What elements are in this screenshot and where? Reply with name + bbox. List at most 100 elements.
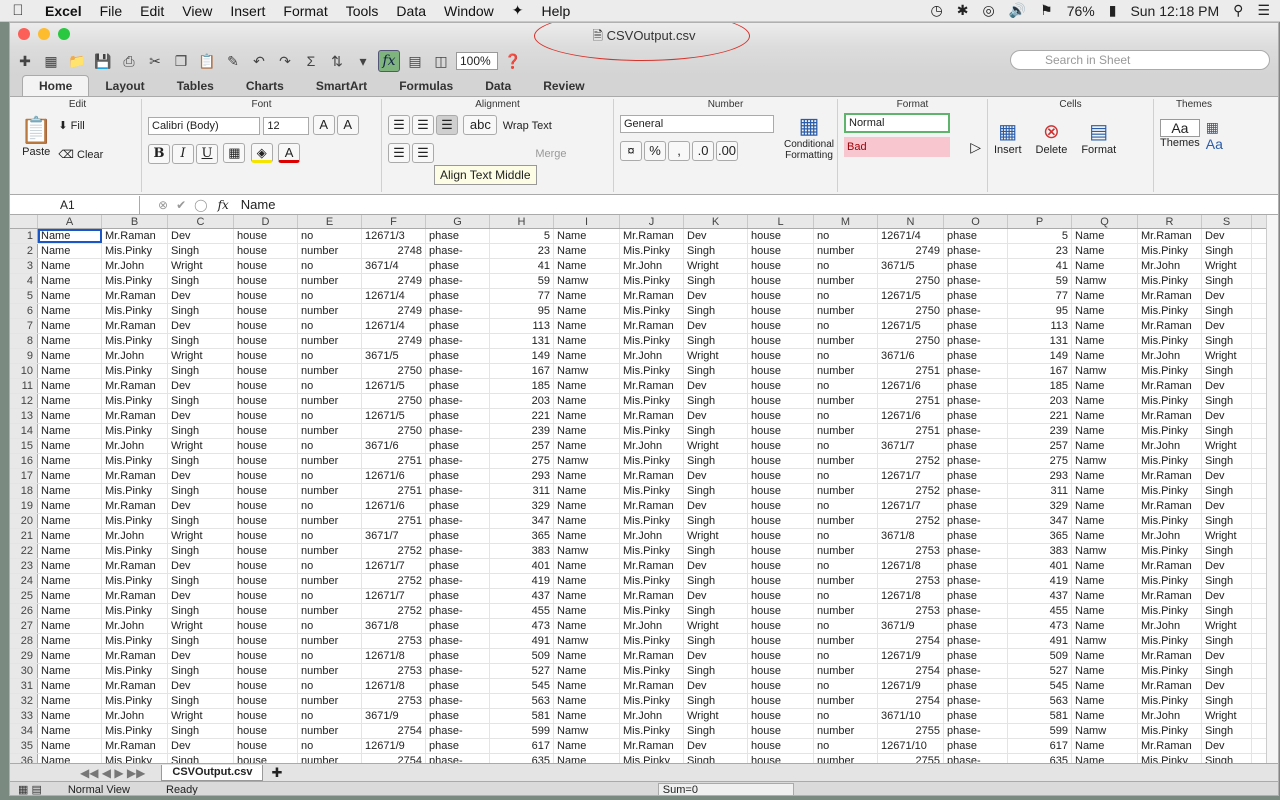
cell[interactable]: Mis.Pinky — [620, 724, 684, 738]
cell[interactable]: 203 — [490, 394, 554, 408]
cell[interactable]: Dev — [684, 679, 748, 693]
cell[interactable]: Mr.Raman — [1138, 469, 1202, 483]
cell[interactable]: Mis.Pinky — [620, 544, 684, 558]
column-header[interactable]: S — [1202, 215, 1252, 228]
cell[interactable]: phase — [944, 409, 1008, 423]
help-icon[interactable]: ❓ — [502, 50, 524, 72]
row-header[interactable]: 3 — [10, 259, 38, 273]
cell[interactable]: Name — [38, 379, 102, 393]
cell[interactable]: Dev — [684, 559, 748, 573]
cell[interactable]: number — [298, 274, 362, 288]
cell[interactable]: Mis.Pinky — [1138, 604, 1202, 618]
cell[interactable]: 3671/5 — [362, 349, 426, 363]
cell[interactable]: house — [234, 364, 298, 378]
cell[interactable]: phase- — [944, 664, 1008, 678]
cell[interactable]: Singh — [1202, 724, 1252, 738]
cell[interactable]: Mr.Raman — [1138, 409, 1202, 423]
cell[interactable]: Mis.Pinky — [1138, 244, 1202, 258]
cell[interactable]: 509 — [1008, 649, 1072, 663]
cell[interactable]: number — [298, 754, 362, 763]
cell[interactable]: 239 — [1008, 424, 1072, 438]
cell[interactable]: 383 — [1008, 544, 1072, 558]
row-header[interactable]: 18 — [10, 484, 38, 498]
cell[interactable]: Namw — [1072, 454, 1138, 468]
cell[interactable]: Name — [38, 619, 102, 633]
cell[interactable]: 185 — [490, 379, 554, 393]
cell[interactable]: phase — [426, 469, 490, 483]
formula-builder-icon[interactable]: fx — [378, 50, 400, 72]
row-header[interactable]: 22 — [10, 544, 38, 558]
tab-tables[interactable]: Tables — [161, 76, 230, 96]
cell[interactable]: 617 — [1008, 739, 1072, 753]
menu-tools[interactable]: Tools — [337, 3, 388, 19]
cell[interactable]: 2755 — [878, 724, 944, 738]
row-header[interactable]: 11 — [10, 379, 38, 393]
cell[interactable]: Mis.Pinky — [102, 604, 168, 618]
cell[interactable]: Namw — [554, 274, 620, 288]
row-header[interactable]: 28 — [10, 634, 38, 648]
align-top-icon[interactable]: ☰ — [388, 115, 410, 135]
cell[interactable]: Singh — [168, 544, 234, 558]
cell[interactable]: house — [748, 724, 814, 738]
cell[interactable]: Mis.Pinky — [102, 694, 168, 708]
cell[interactable]: 2752 — [878, 514, 944, 528]
cell[interactable]: 2752 — [362, 574, 426, 588]
row-header[interactable]: 4 — [10, 274, 38, 288]
cell[interactable]: 563 — [1008, 694, 1072, 708]
apple-icon[interactable]:  — [0, 2, 36, 19]
cell[interactable]: number — [814, 364, 878, 378]
cell[interactable]: Name — [554, 694, 620, 708]
cell[interactable]: Dev — [684, 319, 748, 333]
cell[interactable]: house — [748, 499, 814, 513]
cell[interactable]: number — [814, 514, 878, 528]
cell[interactable]: Mis.Pinky — [620, 754, 684, 763]
cell[interactable]: Dev — [1202, 499, 1252, 513]
column-header[interactable]: G — [426, 215, 490, 228]
cell[interactable]: no — [298, 319, 362, 333]
cell[interactable]: 2754 — [362, 754, 426, 763]
cell[interactable]: 401 — [1008, 559, 1072, 573]
cell[interactable]: Name — [38, 754, 102, 763]
cell[interactable]: Singh — [168, 694, 234, 708]
cell[interactable]: house — [748, 394, 814, 408]
menu-help[interactable]: Help — [533, 3, 580, 19]
cell[interactable]: Namw — [1072, 274, 1138, 288]
cell[interactable]: 77 — [490, 289, 554, 303]
cell[interactable]: 12671/6 — [878, 379, 944, 393]
row-header[interactable]: 33 — [10, 709, 38, 723]
cell[interactable]: 419 — [490, 574, 554, 588]
cell[interactable]: phase — [426, 409, 490, 423]
cell[interactable]: house — [234, 679, 298, 693]
cell[interactable]: phase- — [944, 694, 1008, 708]
cell[interactable]: phase — [944, 349, 1008, 363]
column-header[interactable]: F — [362, 215, 426, 228]
cell[interactable]: Mis.Pinky — [1138, 754, 1202, 763]
row-header[interactable]: 12 — [10, 394, 38, 408]
spreadsheet-grid[interactable]: ABCDEFGHIJKLMNOPQRS 1 Name Mr.Raman Dev hous… — [10, 215, 1268, 763]
cell[interactable]: house — [234, 739, 298, 753]
menu-file[interactable]: File — [91, 3, 132, 19]
decrease-decimal-icon[interactable]: .00 — [716, 141, 738, 161]
cell[interactable]: 23 — [490, 244, 554, 258]
cell[interactable]: Name — [554, 319, 620, 333]
cell[interactable]: Name — [554, 709, 620, 723]
cell[interactable]: phase- — [426, 544, 490, 558]
cell[interactable]: house — [748, 589, 814, 603]
cell[interactable]: Mis.Pinky — [102, 244, 168, 258]
cell[interactable]: Namw — [1072, 634, 1138, 648]
row-header[interactable]: 7 — [10, 319, 38, 333]
cell[interactable]: 311 — [1008, 484, 1072, 498]
cell[interactable]: phase — [426, 529, 490, 543]
cell[interactable]: Mr.Raman — [620, 649, 684, 663]
cell[interactable]: 293 — [490, 469, 554, 483]
cell[interactable]: no — [298, 529, 362, 543]
cell[interactable]: Mr.John — [1138, 349, 1202, 363]
cell[interactable]: Name — [38, 289, 102, 303]
tab-layout[interactable]: Layout — [89, 76, 160, 96]
cell[interactable]: 365 — [1008, 529, 1072, 543]
cell[interactable]: Name — [38, 304, 102, 318]
cell[interactable]: phase- — [426, 304, 490, 318]
cell[interactable]: Wright — [684, 619, 748, 633]
cell[interactable]: 12671/5 — [362, 379, 426, 393]
cell[interactable]: Mr.Raman — [1138, 229, 1202, 243]
